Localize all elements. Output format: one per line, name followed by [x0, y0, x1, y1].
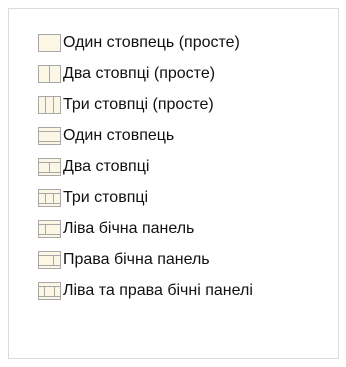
layout-option-label: Один стовпець [63, 127, 175, 144]
layout-option-two-columns[interactable]: Два стовпці [37, 154, 253, 180]
layout-option-three-columns-simple[interactable]: Три стовпці (просте) [37, 92, 253, 118]
layout-both-sidebars-icon [38, 282, 61, 300]
layout-option-label: Ліва та права бічні панелі [63, 282, 253, 299]
layout-one-column-icon [38, 127, 61, 145]
layout-option-both-sidebars[interactable]: Ліва та права бічні панелі [37, 278, 253, 304]
layout-option-label: Права бічна панель [63, 251, 210, 268]
layout-right-sidebar-icon [38, 251, 61, 269]
layout-options-panel: Один стовпець (просте) Два стовпці (прос… [8, 8, 339, 359]
layout-option-label: Три стовпці (просте) [63, 96, 214, 113]
layout-option-right-sidebar[interactable]: Права бічна панель [37, 247, 253, 273]
layout-three-columns-simple-icon [38, 96, 61, 114]
layout-left-sidebar-icon [38, 220, 61, 238]
layout-options-list: Один стовпець (просте) Два стовпці (прос… [37, 30, 253, 309]
layout-option-label: Ліва бічна панель [63, 220, 195, 237]
layout-option-label: Два стовпці (просте) [63, 65, 216, 82]
layout-three-columns-icon [38, 189, 61, 207]
layout-option-three-columns[interactable]: Три стовпці [37, 185, 253, 211]
layout-two-columns-icon [38, 158, 61, 176]
layout-option-left-sidebar[interactable]: Ліва бічна панель [37, 216, 253, 242]
layout-option-one-column-simple[interactable]: Один стовпець (просте) [37, 30, 253, 56]
layout-option-one-column[interactable]: Один стовпець [37, 123, 253, 149]
layout-option-label: Два стовпці [63, 158, 150, 175]
layout-two-columns-simple-icon [38, 65, 61, 83]
layout-option-label: Один стовпець (просте) [63, 34, 240, 51]
layout-option-label: Три стовпці [63, 189, 149, 206]
layout-option-two-columns-simple[interactable]: Два стовпці (просте) [37, 61, 253, 87]
layout-one-column-simple-icon [38, 34, 61, 52]
